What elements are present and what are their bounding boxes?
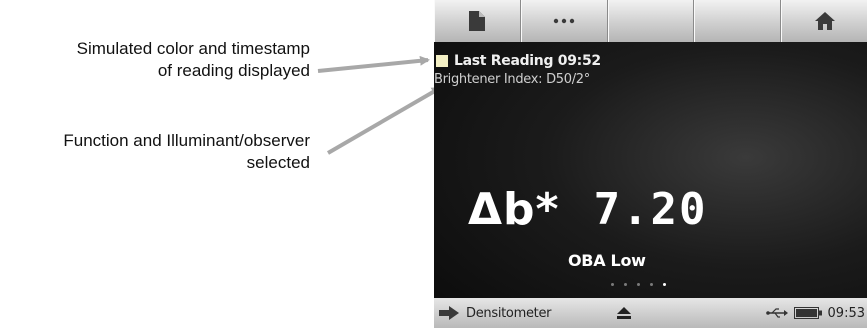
callout-line: Simulated color and timestamp [76, 39, 310, 58]
last-reading-label: Last Reading 09:52 [454, 53, 601, 69]
arrow-to-function [326, 86, 442, 155]
status-time: 09:53 [827, 305, 865, 321]
arrow-right-icon [439, 306, 459, 320]
page-dot[interactable] [611, 283, 614, 286]
more-button[interactable] [520, 0, 608, 42]
page-dot[interactable] [650, 283, 653, 286]
metric-label: Δb* [468, 184, 560, 235]
page-dot[interactable] [637, 283, 640, 286]
callout-color-timestamp: Simulated color and timestamp of reading… [77, 38, 310, 82]
toolbar-blank-button[interactable] [694, 0, 782, 42]
oba-level-label: OBA Low [568, 251, 646, 270]
more-icon [553, 18, 575, 24]
device-screen: Last Reading 09:52 Brightener Index: D50… [434, 0, 867, 328]
last-reading: Last Reading 09:52 [434, 52, 601, 70]
document-icon [469, 11, 486, 31]
measurement-value: 7.20 [593, 184, 708, 235]
page-indicator[interactable] [611, 283, 666, 286]
mode-indicator[interactable]: Densitometer [438, 306, 608, 321]
mode-label: Densitometer [466, 305, 552, 321]
status-right: 09:53 [765, 305, 865, 321]
toolbar [434, 0, 867, 42]
callout-line: selected [246, 153, 310, 172]
eject-button[interactable] [614, 307, 634, 319]
status-bar: Densitometer 09:53 [434, 298, 867, 328]
document-button[interactable] [434, 0, 521, 42]
color-swatch [436, 55, 448, 67]
measurement-display: Δb* 7.20 [468, 184, 708, 235]
page-dot-active[interactable] [663, 283, 666, 286]
battery-icon [793, 307, 822, 319]
toolbar-blank-button[interactable] [607, 0, 695, 42]
eject-icon [617, 307, 631, 319]
home-button[interactable] [781, 0, 867, 42]
page-dot[interactable] [624, 283, 627, 286]
callout-line: Function and Illuminant/observer [63, 131, 310, 150]
usb-icon [765, 308, 788, 318]
callout-line: of reading displayed [157, 61, 310, 80]
arrow-to-reading [317, 55, 430, 73]
callout-function-illuminant: Function and Illuminant/observer selecte… [63, 130, 310, 174]
home-icon [814, 12, 835, 30]
function-illuminant-label: Brightener Index: D50/2° [434, 72, 590, 87]
